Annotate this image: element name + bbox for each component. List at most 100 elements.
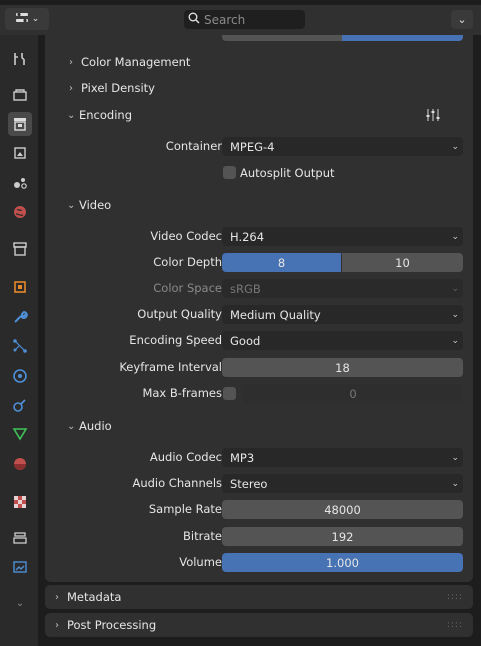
video-codec-dropdown[interactable]: H.264 ⌄ xyxy=(222,227,463,246)
output-panel: › Color Management › Pixel Density ⌄ Enc… xyxy=(45,35,473,582)
audio-channels-dropdown[interactable]: Stereo ⌄ xyxy=(222,474,463,493)
color-depth-8-option[interactable]: 8 xyxy=(222,253,341,272)
chevron-down-icon: ⌄ xyxy=(67,420,76,432)
render-icon[interactable] xyxy=(8,83,32,107)
sample-rate-value: 48000 xyxy=(324,502,361,517)
sidebar-scroll-chevron-icon[interactable]: ⌄ xyxy=(8,591,32,615)
volume-slider[interactable]: 1.000 xyxy=(222,553,463,572)
pixel-density-label: Pixel Density xyxy=(81,81,155,95)
stack-icon[interactable] xyxy=(8,526,32,550)
post-processing-panel[interactable]: › Post Processing :::: xyxy=(45,613,473,637)
output-icon[interactable] xyxy=(8,112,32,136)
encoding-speed-label: Encoding Speed xyxy=(129,333,222,347)
video-label: Video xyxy=(79,198,112,212)
material-icon[interactable] xyxy=(8,452,32,476)
collection-icon[interactable] xyxy=(8,237,32,261)
search-input[interactable]: Search xyxy=(184,10,305,29)
bitrate-label: Bitrate xyxy=(183,529,222,543)
chevron-right-icon: › xyxy=(55,619,59,631)
color-management-subpanel[interactable]: › Color Management xyxy=(69,51,190,73)
container-dropdown[interactable]: MPEG-4 ⌄ xyxy=(222,137,463,156)
modifier-icon[interactable] xyxy=(8,305,32,329)
chevron-down-icon: ⌄ xyxy=(451,478,459,489)
keyframe-interval-value: 18 xyxy=(335,360,350,375)
sample-rate-field[interactable]: 48000 xyxy=(222,500,463,519)
audio-codec-value: MP3 xyxy=(230,450,255,465)
chevron-down-icon: ⌄ xyxy=(451,283,459,294)
object-icon[interactable] xyxy=(8,275,32,299)
encoding-speed-value: Good xyxy=(230,333,261,348)
audio-codec-label: Audio Codec xyxy=(149,450,222,464)
color-management-label: Color Management xyxy=(81,55,191,69)
data-icon[interactable] xyxy=(8,422,32,446)
scene-icon[interactable] xyxy=(8,171,32,195)
color-depth-label: Color Depth xyxy=(153,255,222,269)
presets-icon[interactable] xyxy=(425,107,443,123)
color-space-dropdown: sRGB ⌄ xyxy=(222,279,463,298)
output-quality-dropdown[interactable]: Medium Quality ⌄ xyxy=(222,305,463,324)
color-space-value: sRGB xyxy=(230,281,261,296)
max-bframes-checkbox[interactable] xyxy=(223,387,236,400)
chevron-down-icon: ⌄ xyxy=(67,109,76,121)
container-value: MPEG-4 xyxy=(230,139,275,154)
chevron-down-icon: ⌄ xyxy=(451,141,459,152)
chevron-down-icon: ⌄ xyxy=(67,199,76,211)
chevron-right-icon: › xyxy=(69,56,73,68)
cropped-top-widget xyxy=(222,35,463,41)
container-label: Container xyxy=(165,139,222,153)
encoding-subpanel[interactable]: ⌄ Encoding xyxy=(67,104,132,126)
search-icon xyxy=(184,12,204,27)
world-icon[interactable] xyxy=(8,200,32,224)
search-placeholder: Search xyxy=(204,12,246,27)
keyframe-interval-field[interactable]: 18 xyxy=(222,358,463,377)
audio-label: Audio xyxy=(79,419,112,433)
color-depth-10-option[interactable]: 10 xyxy=(342,253,463,272)
chevron-right-icon: › xyxy=(55,591,59,603)
bitrate-value: 192 xyxy=(331,529,354,544)
chevron-down-icon: ⌄ xyxy=(451,231,459,242)
max-bframes-field: 0 xyxy=(243,384,463,403)
tool-icon[interactable] xyxy=(8,47,32,71)
properties-tabs-sidebar: ⌄ xyxy=(0,35,38,646)
volume-label: Volume xyxy=(179,555,222,569)
properties-main: › Color Management › Pixel Density ⌄ Enc… xyxy=(38,35,481,646)
drag-handle-icon[interactable]: :::: xyxy=(447,620,463,630)
post-processing-label: Post Processing xyxy=(67,618,157,632)
chevron-right-icon: › xyxy=(69,82,73,94)
metadata-panel[interactable]: › Metadata :::: xyxy=(45,585,473,609)
metadata-label: Metadata xyxy=(67,590,122,604)
autosplit-label: Autosplit Output xyxy=(240,166,335,180)
properties-header: ⌄ Search ⌄ xyxy=(0,5,481,35)
encoding-speed-dropdown[interactable]: Good ⌄ xyxy=(222,331,463,350)
texture-icon[interactable] xyxy=(8,490,32,514)
particles-icon[interactable] xyxy=(8,334,32,358)
audio-subpanel[interactable]: ⌄ Audio xyxy=(67,415,112,437)
pixel-density-subpanel[interactable]: › Pixel Density xyxy=(69,77,155,99)
video-codec-label: Video Codec xyxy=(150,229,222,243)
chevron-down-icon: ⌄ xyxy=(31,14,40,24)
output-quality-value: Medium Quality xyxy=(230,307,321,322)
editor-type-button[interactable]: ⌄ xyxy=(5,8,49,30)
sample-rate-label: Sample Rate xyxy=(148,502,222,516)
max-bframes-label: Max B-frames xyxy=(142,386,222,400)
video-subpanel[interactable]: ⌄ Video xyxy=(67,194,111,216)
audio-codec-dropdown[interactable]: MP3 ⌄ xyxy=(222,448,463,467)
keyframe-interval-label: Keyframe Interval xyxy=(119,360,222,374)
chevron-down-icon: ⌄ xyxy=(451,309,459,320)
chevron-down-icon: ⌄ xyxy=(451,452,459,463)
constraints-icon[interactable] xyxy=(8,393,32,417)
drag-handle-icon[interactable]: :::: xyxy=(447,592,463,602)
options-dropdown-button[interactable]: ⌄ xyxy=(451,10,473,29)
color-space-label: Color Space xyxy=(153,281,222,295)
image-icon[interactable] xyxy=(8,555,32,579)
audio-channels-value: Stereo xyxy=(230,476,268,491)
properties-editor-icon xyxy=(15,12,29,27)
video-codec-value: H.264 xyxy=(230,229,265,244)
chevron-down-icon: ⌄ xyxy=(451,335,459,346)
audio-channels-label: Audio Channels xyxy=(132,476,222,490)
autosplit-checkbox[interactable] xyxy=(223,166,236,179)
view-layer-icon[interactable] xyxy=(8,141,32,165)
physics-icon[interactable] xyxy=(8,364,32,388)
max-bframes-value: 0 xyxy=(349,386,357,401)
bitrate-field[interactable]: 192 xyxy=(222,527,463,546)
